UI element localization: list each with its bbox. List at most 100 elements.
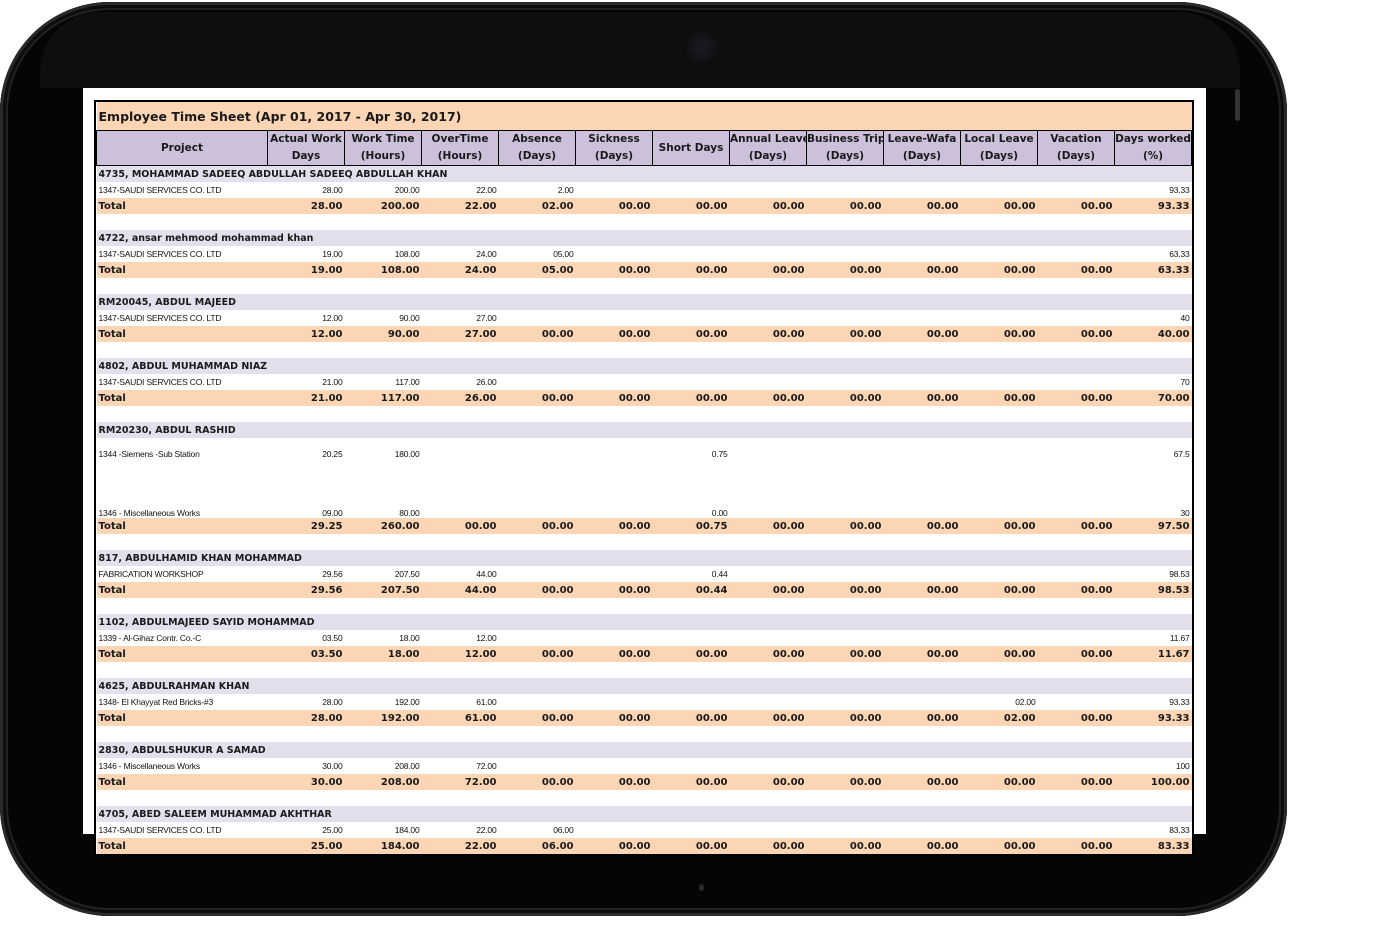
project-cell <box>1037 630 1115 646</box>
total-cell: 192.00 <box>344 710 422 726</box>
column-header-days-worked-percent: Days worked (%) <box>1113 130 1193 166</box>
project-cell <box>883 486 961 518</box>
column-header-line2: (Days) <box>979 150 1019 162</box>
project-cell: 19.00 <box>267 246 345 262</box>
column-header-line1: Project <box>160 141 204 154</box>
project-name: 1348- El Khayyat Red Bricks-#3 <box>96 694 268 710</box>
spacer-row <box>96 214 1192 230</box>
column-header-line1: Vacation <box>1050 133 1102 145</box>
column-header-short-days: Short Days <box>652 130 730 166</box>
column-header-line2: (%) <box>1142 150 1164 162</box>
project-cell: 72.00 <box>421 758 499 774</box>
project-cell: 2.00 <box>498 182 576 198</box>
project-cell <box>652 630 730 646</box>
project-cell: 29.56 <box>267 566 345 582</box>
camera-icon <box>686 31 718 63</box>
total-cell: 00.00 <box>575 518 653 534</box>
total-cell: 100.00 <box>1114 774 1192 790</box>
column-header-line1: Work Time <box>351 133 415 145</box>
total-cell: 00.00 <box>498 582 576 598</box>
tablet-bezel <box>40 12 1240 88</box>
employee-row: 4705, ABED SALEEM MUHAMMAD AKHTHAR <box>96 806 1192 822</box>
project-cell: 06.00 <box>498 822 576 838</box>
table-body: 4735, MOHAMMAD SADEEQ ABDULLAH SADEEQ AB… <box>96 165 1192 854</box>
total-cell: 44.00 <box>421 582 499 598</box>
total-cell: 00.00 <box>806 838 884 854</box>
project-cell <box>652 822 730 838</box>
total-cell: 00.00 <box>498 518 576 534</box>
project-cell <box>652 246 730 262</box>
project-cell <box>806 630 884 646</box>
column-header-row: Project Actual Work Days Work Time (Hours) Ov… <box>96 130 1193 166</box>
total-label: Total <box>96 582 268 598</box>
column-header-line1: Short Days <box>658 141 724 154</box>
project-cell <box>806 246 884 262</box>
project-cell: 24.00 <box>421 246 499 262</box>
column-header-business-trip-days: Business Trip (Days) <box>806 130 884 166</box>
total-cell: 70.00 <box>1114 390 1192 406</box>
project-cell <box>960 438 1038 486</box>
project-row: 1339 - Al-Gihaz Contr. Co.-C 03.50 18.00 12… <box>96 630 1192 646</box>
project-cell <box>806 566 884 582</box>
project-cell: 184.00 <box>344 822 422 838</box>
spacer-row <box>96 790 1192 806</box>
column-header-line1: OverTime <box>431 133 489 145</box>
spacer-cell <box>96 214 1192 230</box>
project-cell: 25.00 <box>267 822 345 838</box>
project-row: FABRICATION WORKSHOP 29.56 207.50 44.00 0.44… <box>96 566 1192 582</box>
column-header-line1: Sickness <box>588 133 640 145</box>
column-header-local-leave-days: Local Leave (Days) <box>960 130 1038 166</box>
total-cell: 00.00 <box>575 710 653 726</box>
total-cell: 00.00 <box>806 390 884 406</box>
total-cell: 00.00 <box>806 518 884 534</box>
total-cell: 00.00 <box>883 262 961 278</box>
project-cell: 05.00 <box>498 246 576 262</box>
project-name: 1344 -Siemens -Sub Station <box>96 438 268 486</box>
project-cell <box>652 758 730 774</box>
total-cell: 00.00 <box>729 518 807 534</box>
total-row: Total 29.25 260.00 00.00 00.00 00.00 00.75 00.0… <box>96 518 1192 534</box>
spacer-cell <box>96 726 1192 742</box>
project-cell <box>883 182 961 198</box>
project-cell: 70 <box>1114 374 1192 390</box>
employee-name: 817, ABDULHAMID KHAN MOHAMMAD <box>96 550 1192 566</box>
total-cell: 00.00 <box>729 390 807 406</box>
project-cell <box>806 310 884 326</box>
project-cell: 200.00 <box>344 182 422 198</box>
project-cell <box>575 310 653 326</box>
total-cell: 05.00 <box>498 262 576 278</box>
total-cell: 00.00 <box>1037 774 1115 790</box>
total-cell: 72.00 <box>421 774 499 790</box>
project-cell: 117.00 <box>344 374 422 390</box>
total-cell: 03.50 <box>267 646 345 662</box>
spacer-cell <box>96 662 1192 678</box>
project-cell <box>960 310 1038 326</box>
project-cell <box>498 438 576 486</box>
project-cell: 27.00 <box>421 310 499 326</box>
total-cell: 19.00 <box>267 262 345 278</box>
project-cell: 80.00 <box>344 486 422 518</box>
project-cell <box>806 694 884 710</box>
project-cell: 22.00 <box>421 822 499 838</box>
project-cell <box>960 374 1038 390</box>
project-cell <box>575 822 653 838</box>
total-cell: 00.00 <box>806 326 884 342</box>
total-cell: 184.00 <box>344 838 422 854</box>
project-cell: 02.00 <box>960 694 1038 710</box>
total-cell: 12.00 <box>421 646 499 662</box>
tablet-frame: Employee Time Sheet (Apr 01, 2017 - Apr … <box>0 2 1287 916</box>
project-cell: 44.00 <box>421 566 499 582</box>
total-cell: 00.00 <box>729 198 807 214</box>
project-cell <box>498 374 576 390</box>
total-cell: 00.00 <box>729 582 807 598</box>
employee-name: 4802, ABDUL MUHAMMAD NIAZ <box>96 358 1192 374</box>
project-cell <box>960 246 1038 262</box>
total-cell: 00.00 <box>729 326 807 342</box>
total-cell: 22.00 <box>421 838 499 854</box>
spacer-cell <box>96 790 1192 806</box>
total-cell: 97.50 <box>1114 518 1192 534</box>
timesheet-table: Employee Time Sheet (Apr 01, 2017 - Apr … <box>96 102 1193 854</box>
total-cell: 00.00 <box>729 646 807 662</box>
total-cell: 00.00 <box>1037 198 1115 214</box>
column-header-annual-leave-days: Annual Leave (Days) <box>729 130 807 166</box>
